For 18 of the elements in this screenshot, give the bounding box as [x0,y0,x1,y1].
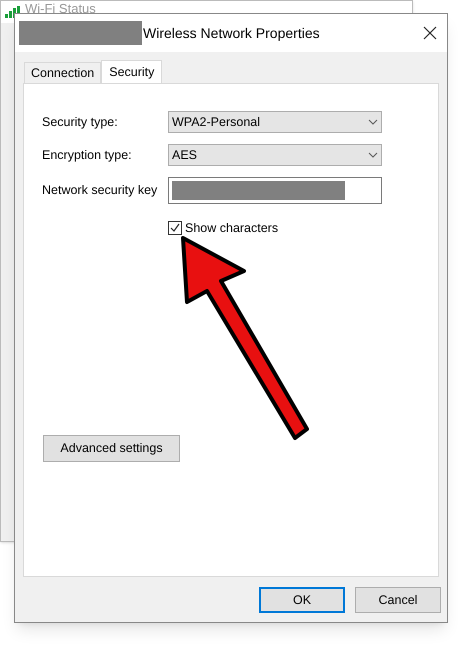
dialog-button[interactable]: Cancel [355,587,441,613]
chevron-down-icon [368,119,378,125]
dropdown[interactable]: WPA2-Personal [168,111,382,133]
tab[interactable]: Security [101,60,162,84]
dropdown[interactable]: AES [168,144,382,166]
close-icon[interactable] [423,26,437,40]
chevron-down-icon [368,152,378,158]
tab[interactable]: Connection [24,62,102,83]
dialog-button[interactable]: OK [259,587,345,613]
field-label: Security type: [42,114,119,131]
field-label: Encryption type: [42,146,133,164]
window-title: Wi-Fi Status [25,2,96,14]
field-label: Network security key [42,182,158,200]
advanced-settings-button[interactable]: Advanced settings [43,434,180,462]
window-title: Wireless Network Properties [143,24,320,43]
checkbox-label: Show characters [185,220,278,237]
input-field[interactable] [168,177,382,204]
checkbox[interactable] [168,221,182,236]
